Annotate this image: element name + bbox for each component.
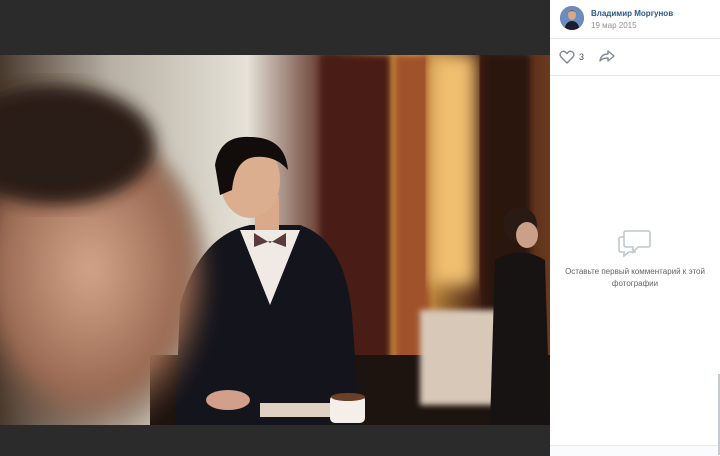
share-button[interactable] [598, 49, 616, 65]
comment-input-bar[interactable] [550, 445, 720, 456]
avatar[interactable] [560, 6, 584, 30]
actions-bar: 3 [550, 38, 720, 76]
share-icon [599, 50, 615, 62]
empty-comments-text: Оставьте первый комментарий к этой фотог… [565, 267, 705, 288]
like-count: 3 [579, 52, 585, 62]
author-header: Владимир Моргунов 19 мар 2015 [550, 0, 720, 39]
info-panel: Владимир Моргунов 19 мар 2015 3 Оставьте… [550, 0, 720, 456]
like-button[interactable]: 3 [559, 49, 584, 65]
author-name[interactable]: Владимир Моргунов [591, 9, 673, 18]
speech-bubbles-icon [618, 230, 651, 258]
photo-image [0, 55, 550, 425]
heart-icon [559, 50, 575, 64]
post-date[interactable]: 19 мар 2015 [591, 21, 637, 30]
comments-empty-state: Оставьте первый комментарий к этой фотог… [550, 228, 720, 290]
photo-viewer [0, 0, 550, 455]
photo[interactable] [0, 55, 550, 425]
